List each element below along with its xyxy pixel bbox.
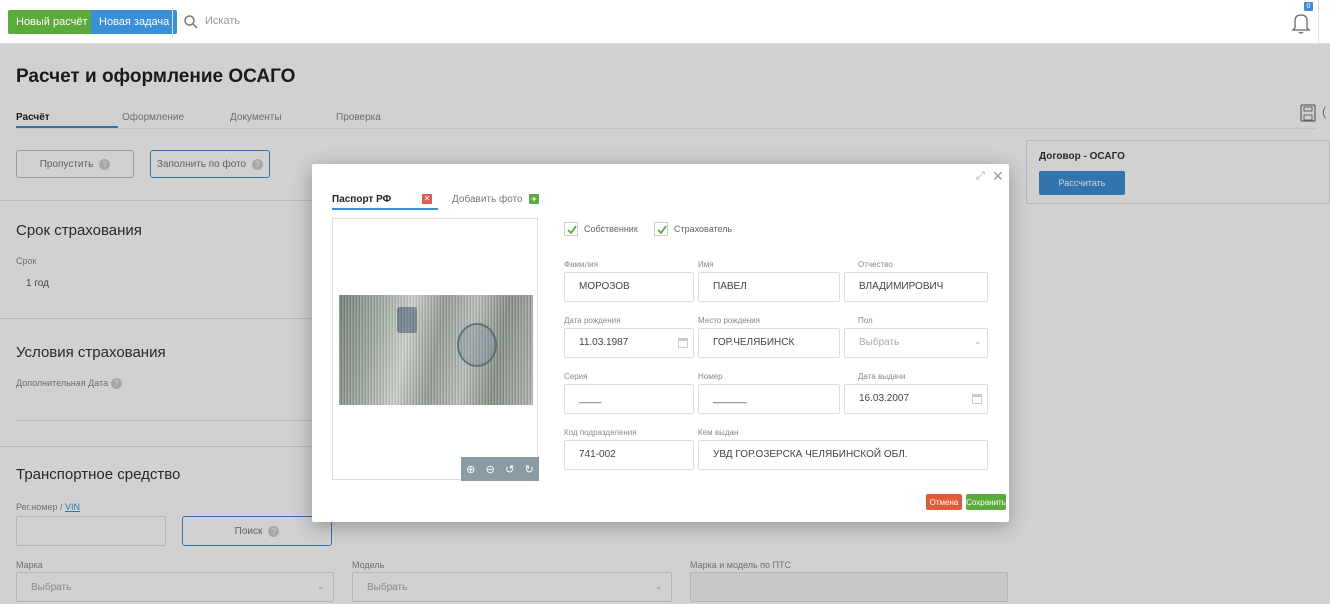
birth-place-label: Место рождения xyxy=(698,316,760,325)
search-input[interactable]: Искать xyxy=(205,15,240,27)
notification-badge: 0 xyxy=(1304,2,1313,11)
number-label: Номер xyxy=(698,372,723,381)
bell-icon[interactable] xyxy=(1290,10,1312,36)
zoom-in-icon[interactable]: ⊕ xyxy=(466,463,475,476)
dept-code-label: Код подразделения xyxy=(564,428,637,437)
active-tab-indicator xyxy=(332,208,438,210)
photo-panel: ⊕ ⊖ ↺ ↻ xyxy=(332,218,539,481)
tab-add-photo[interactable]: Добавить фото xyxy=(452,194,523,205)
birth-place-input[interactable]: ГОР.ЧЕЛЯБИНСК xyxy=(698,328,840,358)
chevron-down-icon: ⌄ xyxy=(974,336,982,346)
issued-by-input[interactable]: УВД ГОР.ОЗЕРСКА ЧЕЛЯБИНСКОЙ ОБЛ. xyxy=(698,440,988,470)
passport-photo xyxy=(339,295,533,405)
photo-texture xyxy=(339,295,533,405)
sex-select[interactable]: Выбрать xyxy=(844,328,988,358)
insurer-checkbox[interactable] xyxy=(654,222,668,236)
close-icon[interactable]: ✕ xyxy=(992,168,1004,185)
new-calculation-button[interactable]: Новый расчёт xyxy=(8,10,96,34)
surname-label: Фамилия xyxy=(564,260,598,269)
patronymic-label: Отчество xyxy=(858,260,893,269)
dept-code-input[interactable]: 741-002 xyxy=(564,440,694,470)
tab-passport[interactable]: Паспорт РФ xyxy=(332,194,391,205)
name-input[interactable]: ПАВЕЛ xyxy=(698,272,840,302)
new-task-button[interactable]: Новая задача xyxy=(91,10,178,34)
photo-recognition-modal: ⤢ ✕ Паспорт РФ ✕ Добавить фото + ⊕ ⊖ ↺ ↻… xyxy=(312,164,1009,522)
calendar-icon[interactable] xyxy=(972,394,982,404)
name-label: Имя xyxy=(698,260,714,269)
top-bar: Новый расчёт Новая задача Искать 0 xyxy=(0,0,1330,44)
issued-by-label: Кем выдан xyxy=(698,428,739,437)
patronymic-input[interactable]: ВЛАДИМИРОВИЧ xyxy=(844,272,988,302)
check-icon xyxy=(657,225,667,235)
expand-icon[interactable]: ⤢ xyxy=(976,170,985,183)
check-icon xyxy=(567,225,577,235)
close-tab-icon[interactable]: ✕ xyxy=(422,194,432,204)
divider xyxy=(1318,0,1319,44)
calendar-icon[interactable] xyxy=(678,338,688,348)
issue-date-value: 16.03.2007 xyxy=(859,393,910,404)
number-input[interactable]: ______ xyxy=(698,384,840,414)
series-input[interactable]: ____ xyxy=(564,384,694,414)
photo-toolbar: ⊕ ⊖ ↺ ↻ xyxy=(461,457,539,481)
rotate-right-icon[interactable]: ↻ xyxy=(525,463,534,476)
insurer-label: Страхователь xyxy=(674,224,733,234)
issue-date-label: Дата выдачи xyxy=(858,372,906,381)
owner-label: Собственник xyxy=(584,224,638,234)
surname-input[interactable]: МОРОЗОВ xyxy=(564,272,694,302)
rotate-left-icon[interactable]: ↺ xyxy=(505,463,514,476)
birth-date-value: 11.03.1987 xyxy=(579,337,629,348)
cancel-button[interactable]: Отмена xyxy=(926,494,962,510)
issue-date-input[interactable]: 16.03.2007 xyxy=(844,384,988,414)
photo-detail xyxy=(397,307,417,333)
search-box[interactable]: Искать xyxy=(172,8,1302,36)
save-button[interactable]: Сохранить xyxy=(966,494,1006,510)
zoom-out-icon[interactable]: ⊖ xyxy=(486,463,495,476)
sex-label: Пол xyxy=(858,316,873,325)
photo-stamp xyxy=(457,323,497,367)
add-icon[interactable]: + xyxy=(529,194,539,204)
owner-checkbox[interactable] xyxy=(564,222,578,236)
series-label: Серия xyxy=(564,372,588,381)
search-icon xyxy=(184,15,198,29)
birth-date-input[interactable]: 11.03.1987 xyxy=(564,328,694,358)
sex-value: Выбрать xyxy=(859,337,900,348)
birth-date-label: Дата рождения xyxy=(564,316,621,325)
